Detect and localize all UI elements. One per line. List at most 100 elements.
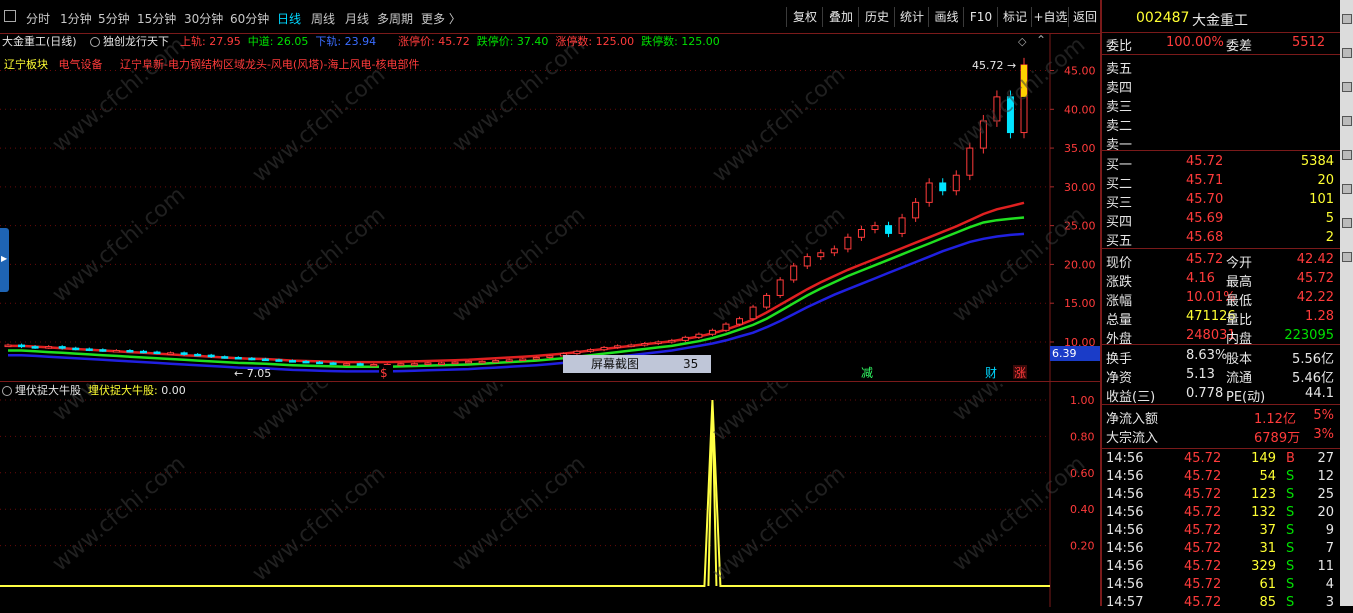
- limit-down-count: 跌停数: 125.00: [641, 35, 720, 48]
- tick-volume: 149: [1251, 451, 1276, 466]
- bid-price: 45.71: [1186, 173, 1224, 188]
- indicator-chart[interactable]: 1.000.800.600.400.20www.cfchi.com www.cfc…: [0, 382, 1100, 607]
- watermark: www.cfchi.com: [708, 461, 850, 586]
- diamond-icon[interactable]: ◇: [1018, 35, 1026, 48]
- stat-value: 1.28: [1305, 309, 1334, 324]
- event-marker: 减: [861, 366, 873, 380]
- tick-volume: 54: [1259, 469, 1276, 484]
- lower-band-value: 23.94: [344, 35, 377, 48]
- collapse-icon[interactable]: ⌃: [1036, 33, 1046, 47]
- fundamental-label: 股本: [1226, 352, 1253, 367]
- side-tool-icon[interactable]: [1342, 184, 1352, 194]
- price-tick-label: 15.00: [1064, 297, 1096, 310]
- stat-value: 45.72: [1296, 271, 1334, 286]
- ask-row: 卖五: [1106, 58, 1338, 77]
- toolbar-button-1[interactable]: 叠加: [822, 7, 859, 27]
- mid-band-value: 26.05: [276, 35, 309, 48]
- candle-body: [397, 363, 405, 366]
- candle-body: [261, 358, 269, 362]
- stat-label: 今开: [1226, 256, 1253, 271]
- tick-direction: S: [1286, 577, 1295, 592]
- period-tab-9[interactable]: 多周期: [377, 10, 413, 27]
- toolbar-button-4[interactable]: 画线: [928, 7, 964, 27]
- bid-label: 买一: [1106, 158, 1133, 173]
- toolbar-button-0[interactable]: 复权: [786, 7, 823, 27]
- stat-row: 涨跌 4.16 最高 45.72: [1106, 271, 1338, 290]
- candle-body: [573, 350, 581, 355]
- fundamental-label: 换手: [1106, 352, 1133, 367]
- tick-volume: 31: [1259, 541, 1276, 556]
- period-tab-3[interactable]: 15分钟: [137, 10, 176, 27]
- period-tab-0[interactable]: 分时: [26, 10, 50, 27]
- tick-row: 14:56 45.72 149 B 27: [1106, 451, 1338, 469]
- candle-body: [424, 362, 432, 365]
- period-tab-1[interactable]: 1分钟: [60, 10, 92, 27]
- sector-info: 辽宁板块 电气设备 辽宁阜新-电力钢结构区域龙头-风电(风塔)-海上风电-核电部…: [4, 56, 419, 72]
- flow-percent: 3%: [1313, 427, 1334, 442]
- watermark: www.cfchi.com: [448, 33, 590, 158]
- indicator-tick-label: 0.20: [1070, 540, 1095, 553]
- candle-body: [898, 217, 906, 234]
- period-tab-2[interactable]: 5分钟: [98, 10, 130, 27]
- tick-direction: S: [1286, 559, 1295, 574]
- event-marker: $: [380, 366, 388, 380]
- tick-time: 14:56: [1106, 487, 1144, 502]
- bid-volume: 5384: [1300, 154, 1334, 169]
- toolbar-button-5[interactable]: F10: [963, 7, 998, 27]
- candle-body: [763, 294, 771, 308]
- bid-row: 买五 45.68 2: [1106, 230, 1338, 249]
- period-tab-4[interactable]: 30分钟: [184, 10, 223, 27]
- side-tool-icon[interactable]: [1342, 252, 1352, 262]
- indicator-toggle-icon[interactable]: [2, 386, 12, 396]
- period-tab-7[interactable]: 周线: [311, 10, 335, 27]
- formula-toggle-icon[interactable]: [90, 37, 100, 47]
- toolbar-menu-icon[interactable]: [4, 10, 16, 22]
- side-tool-icon[interactable]: [1342, 218, 1352, 228]
- watermark: www.cfchi.com: [48, 33, 190, 158]
- candle-body: [194, 353, 202, 357]
- candle-body: [505, 359, 513, 362]
- stat-row: 总量 471126 量比 1.28: [1106, 309, 1338, 328]
- ask-label: 卖三: [1106, 100, 1133, 115]
- watermark: www.cfchi.com: [708, 382, 850, 447]
- stat-label: 涨跌: [1106, 275, 1133, 290]
- candle-body: [167, 352, 175, 355]
- period-tab-8[interactable]: 月线: [345, 10, 369, 27]
- fundamental-value: 8.63%: [1186, 348, 1228, 363]
- kline-chart[interactable]: 45.0040.0035.0030.0025.0020.0015.0010.00…: [0, 33, 1100, 381]
- side-tool-icon[interactable]: [1342, 150, 1352, 160]
- quote-panel: 002487 大金重工 委比 100.00% 委差 5512 卖五 卖四 卖三 卖二卖…: [1100, 0, 1342, 610]
- fundamental-value: 0.778: [1186, 386, 1224, 401]
- side-tool-icon[interactable]: [1342, 82, 1352, 92]
- side-tool-icon[interactable]: [1342, 14, 1352, 24]
- kline-chart-panel[interactable]: 45.00 40.00 35.00 30.00 25.00 20.00 15.00 10.00…: [0, 33, 1102, 381]
- limit-up-price: 涨停价: 45.72: [398, 35, 470, 48]
- toolbar-button-6[interactable]: 标记: [997, 7, 1032, 27]
- side-tool-icon[interactable]: [1342, 116, 1352, 126]
- side-toolbar[interactable]: [1340, 0, 1353, 606]
- period-tab-6[interactable]: 日线: [277, 10, 301, 27]
- candle-body: [180, 352, 188, 355]
- candle-body: [614, 345, 622, 348]
- period-tab-10[interactable]: 更多 〉: [421, 10, 461, 27]
- side-tool-icon[interactable]: [1342, 48, 1352, 58]
- toolbar-button-8[interactable]: 返回: [1068, 7, 1101, 27]
- toolbar-button-3[interactable]: 统计: [894, 7, 929, 27]
- fundamental-value: 5.13: [1186, 367, 1215, 382]
- toolbar-button-2[interactable]: 历史: [858, 7, 895, 27]
- stock-title: 大金重工(日线): [2, 33, 77, 49]
- tick-direction: S: [1286, 595, 1295, 610]
- tick-time: 14:56: [1106, 577, 1144, 592]
- tick-direction: S: [1286, 487, 1295, 502]
- low-price-label: ← 7.05: [234, 367, 271, 380]
- tick-volume: 123: [1251, 487, 1276, 502]
- tick-row: 14:56 45.72 54 S 12: [1106, 469, 1338, 487]
- bid-price: 45.70: [1186, 192, 1224, 207]
- tick-price: 45.72: [1184, 487, 1222, 502]
- flow-row: 净流入额 1.12亿 5%: [1106, 408, 1338, 427]
- side-expand-handle[interactable]: ▶: [0, 228, 9, 292]
- toolbar-button-7[interactable]: +自选: [1031, 7, 1069, 27]
- formula-title[interactable]: 独创龙行天下: [90, 33, 169, 49]
- indicator-panel[interactable]: 1.00 0.80 0.60 0.40 0.20 www.cfchi.com www.cfc…: [0, 381, 1100, 607]
- period-tab-5[interactable]: 60分钟: [230, 10, 269, 27]
